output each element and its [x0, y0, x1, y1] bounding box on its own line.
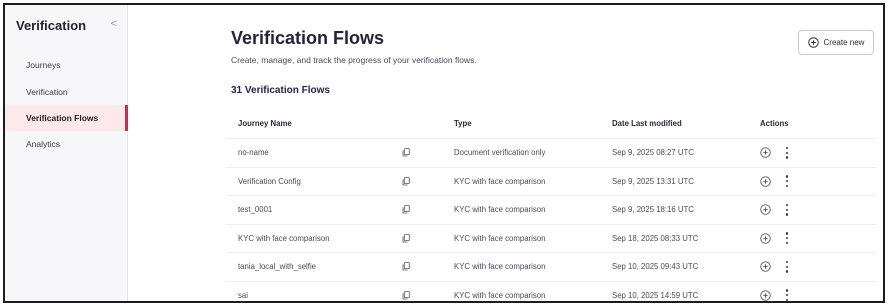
plus-circle-icon[interactable] — [760, 261, 771, 272]
copy-icon[interactable] — [402, 233, 410, 243]
sidebar-item-analytics[interactable]: Analytics — [5, 131, 128, 157]
table-header: Journey Name Type Date Last modified Act… — [226, 109, 876, 139]
sidebar-item-journeys[interactable]: Journeys — [5, 52, 128, 78]
journey-name: test_0001 — [238, 205, 273, 215]
date-modified: Sep 18, 2025 08:33 UTC — [612, 233, 699, 243]
more-options-icon[interactable] — [785, 289, 789, 301]
column-header-type[interactable]: Type — [454, 119, 612, 128]
page-title: Verification Flows — [231, 28, 385, 48]
more-options-icon[interactable] — [785, 175, 789, 188]
date-modified: Sep 9, 2025 18:16 UTC — [612, 205, 694, 215]
date-modified: Sep 9, 2025 13:31 UTC — [612, 176, 694, 186]
flow-type: KYC with face comparison — [454, 176, 546, 186]
journey-name: tania_local_with_selfie — [238, 262, 317, 272]
more-options-icon[interactable] — [785, 232, 789, 245]
copy-icon[interactable] — [402, 262, 410, 271]
create-new-button[interactable]: Create new — [798, 30, 874, 55]
flow-count: 31 Verification Flows — [231, 85, 330, 96]
flow-type: KYC with face comparison — [454, 290, 546, 300]
plus-circle-icon[interactable] — [760, 176, 771, 187]
collapse-sidebar-icon[interactable]: < — [111, 18, 117, 30]
flow-type: KYC with face comparison — [454, 233, 546, 243]
sidebar-header: Verification < — [5, 5, 127, 45]
sidebar: Verification < Journeys Verification Ver… — [5, 5, 128, 301]
journey-name: KYC with face comparison — [238, 233, 330, 243]
date-modified: Sep 10, 2025 14:59 UTC — [612, 290, 699, 300]
plus-circle-icon[interactable] — [760, 233, 771, 244]
column-header-journey-name[interactable]: Journey Name — [226, 119, 402, 128]
flows-table: Journey Name Type Date Last modified Act… — [226, 109, 876, 301]
journey-name: Verification Config — [238, 176, 301, 186]
page-subtitle: Create, manage, and track the progress o… — [231, 55, 477, 65]
sidebar-item-verification-flows[interactable]: Verification Flows — [5, 105, 128, 131]
table-row[interactable]: sai KYC with face comparison Sep 10, 202… — [226, 282, 876, 301]
date-modified: Sep 9, 2025 08:27 UTC — [612, 148, 694, 158]
flow-type: KYC with face comparison — [454, 205, 546, 215]
flow-type: Document verification only — [454, 148, 546, 158]
plus-circle-icon[interactable] — [760, 147, 771, 158]
journey-name: sai — [238, 290, 248, 300]
table-row[interactable]: tania_local_with_selfie KYC with face co… — [226, 253, 876, 282]
sidebar-item-verification[interactable]: Verification — [5, 79, 128, 105]
table-row[interactable]: KYC with face comparison KYC with face c… — [226, 225, 876, 253]
copy-icon[interactable] — [402, 290, 410, 300]
table-row[interactable]: test_0001 KYC with face comparison Sep 9… — [226, 196, 876, 225]
copy-icon[interactable] — [402, 148, 410, 157]
column-header-actions: Actions — [760, 119, 789, 128]
journey-name: no-name — [238, 148, 269, 158]
copy-icon[interactable] — [402, 176, 410, 186]
create-new-label: Create new — [823, 38, 865, 47]
column-header-date[interactable]: Date Last modified — [612, 119, 754, 128]
app-window: Verification < Journeys Verification Ver… — [3, 3, 885, 303]
plus-circle-icon — [807, 37, 819, 48]
flow-type: KYC with face comparison — [454, 262, 546, 272]
more-options-icon[interactable] — [785, 260, 789, 273]
copy-icon[interactable] — [402, 205, 410, 214]
sidebar-title: Verification — [16, 18, 87, 33]
table-row[interactable]: no-name Document verification only Sep 9… — [226, 139, 876, 168]
main-content: Verification Flows Create, manage, and t… — [128, 5, 883, 301]
plus-circle-icon[interactable] — [760, 204, 771, 215]
table-row[interactable]: Verification Config KYC with face compar… — [226, 168, 876, 196]
more-options-icon[interactable] — [785, 203, 789, 216]
more-options-icon[interactable] — [785, 146, 789, 159]
plus-circle-icon[interactable] — [760, 290, 771, 301]
date-modified: Sep 10, 2025 09:43 UTC — [612, 262, 699, 272]
